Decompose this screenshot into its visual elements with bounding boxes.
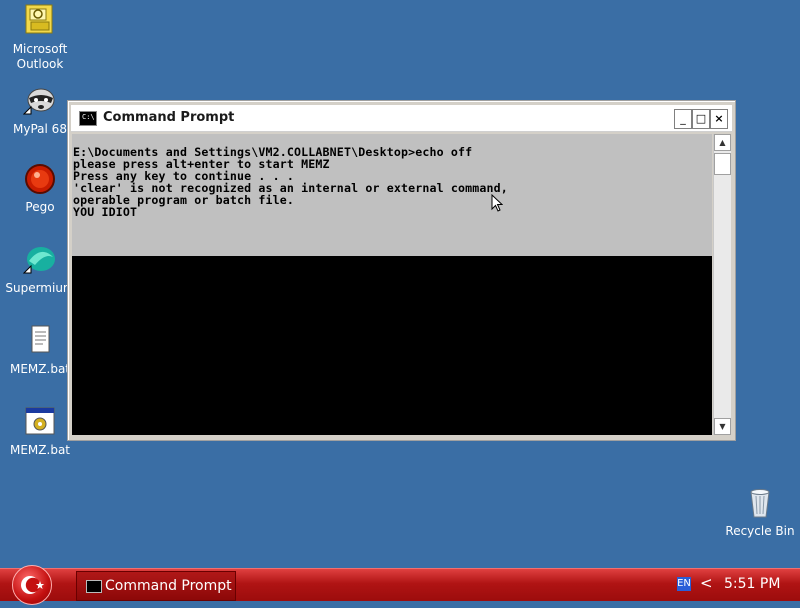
taskbar-button-label: Command Prompt (105, 578, 232, 594)
crescent-star-icon (21, 576, 45, 594)
batch-file-gear-icon (23, 405, 57, 439)
window-title: Command Prompt (103, 110, 235, 125)
close-button[interactable]: × (710, 109, 728, 129)
scroll-down-arrow-icon[interactable]: ▼ (714, 418, 731, 435)
start-button[interactable] (12, 565, 52, 605)
console-line: YOU IDIOT (73, 205, 138, 219)
desktop-icon-outlook[interactable]: Microsoft Outlook (0, 4, 80, 72)
scroll-up-arrow-icon[interactable]: ▲ (714, 134, 731, 151)
console-area[interactable]: E:\Documents and Settings\VM2.COLLABNET\… (72, 134, 712, 435)
text-file-icon (23, 324, 57, 358)
desktop-icon-label: MEMZ.bat (10, 443, 70, 457)
outlook-icon (23, 4, 57, 38)
title-bar[interactable]: C:\ Command Prompt _ □ × (71, 105, 732, 132)
desktop-icon-label: Microsoft Outlook (12, 42, 68, 71)
console-output: E:\Documents and Settings\VM2.COLLABNET\… (72, 134, 712, 256)
scroll-thumb[interactable] (714, 153, 731, 175)
maximize-button[interactable]: □ (692, 109, 710, 129)
supermium-icon (22, 243, 57, 277)
desktop-icon-recycle-bin[interactable]: Recycle Bin (720, 486, 800, 539)
taskbar-button-command-prompt[interactable]: Command Prompt (76, 571, 236, 601)
desktop-icon-label: Recycle Bin (725, 524, 795, 538)
minimize-button[interactable]: _ (674, 109, 692, 129)
console-line: operable program or batch file. (73, 193, 295, 207)
mouse-pointer-icon (491, 194, 503, 212)
taskbar: Command Prompt EN < 5:51 PM (0, 565, 800, 605)
command-prompt-window[interactable]: C:\ Command Prompt _ □ × E:\Documents an… (67, 100, 736, 441)
tray-expand-chevron-icon[interactable]: < (700, 574, 713, 592)
console-icon (86, 580, 102, 593)
pego-icon (23, 162, 57, 196)
console-icon: C:\ (79, 111, 97, 126)
vertical-scrollbar[interactable]: ▲ ▼ (713, 134, 731, 435)
recycle-bin-icon (743, 486, 777, 520)
language-indicator[interactable]: EN (677, 577, 691, 591)
clock[interactable]: 5:51 PM (724, 576, 780, 592)
raccoon-icon (22, 84, 57, 118)
